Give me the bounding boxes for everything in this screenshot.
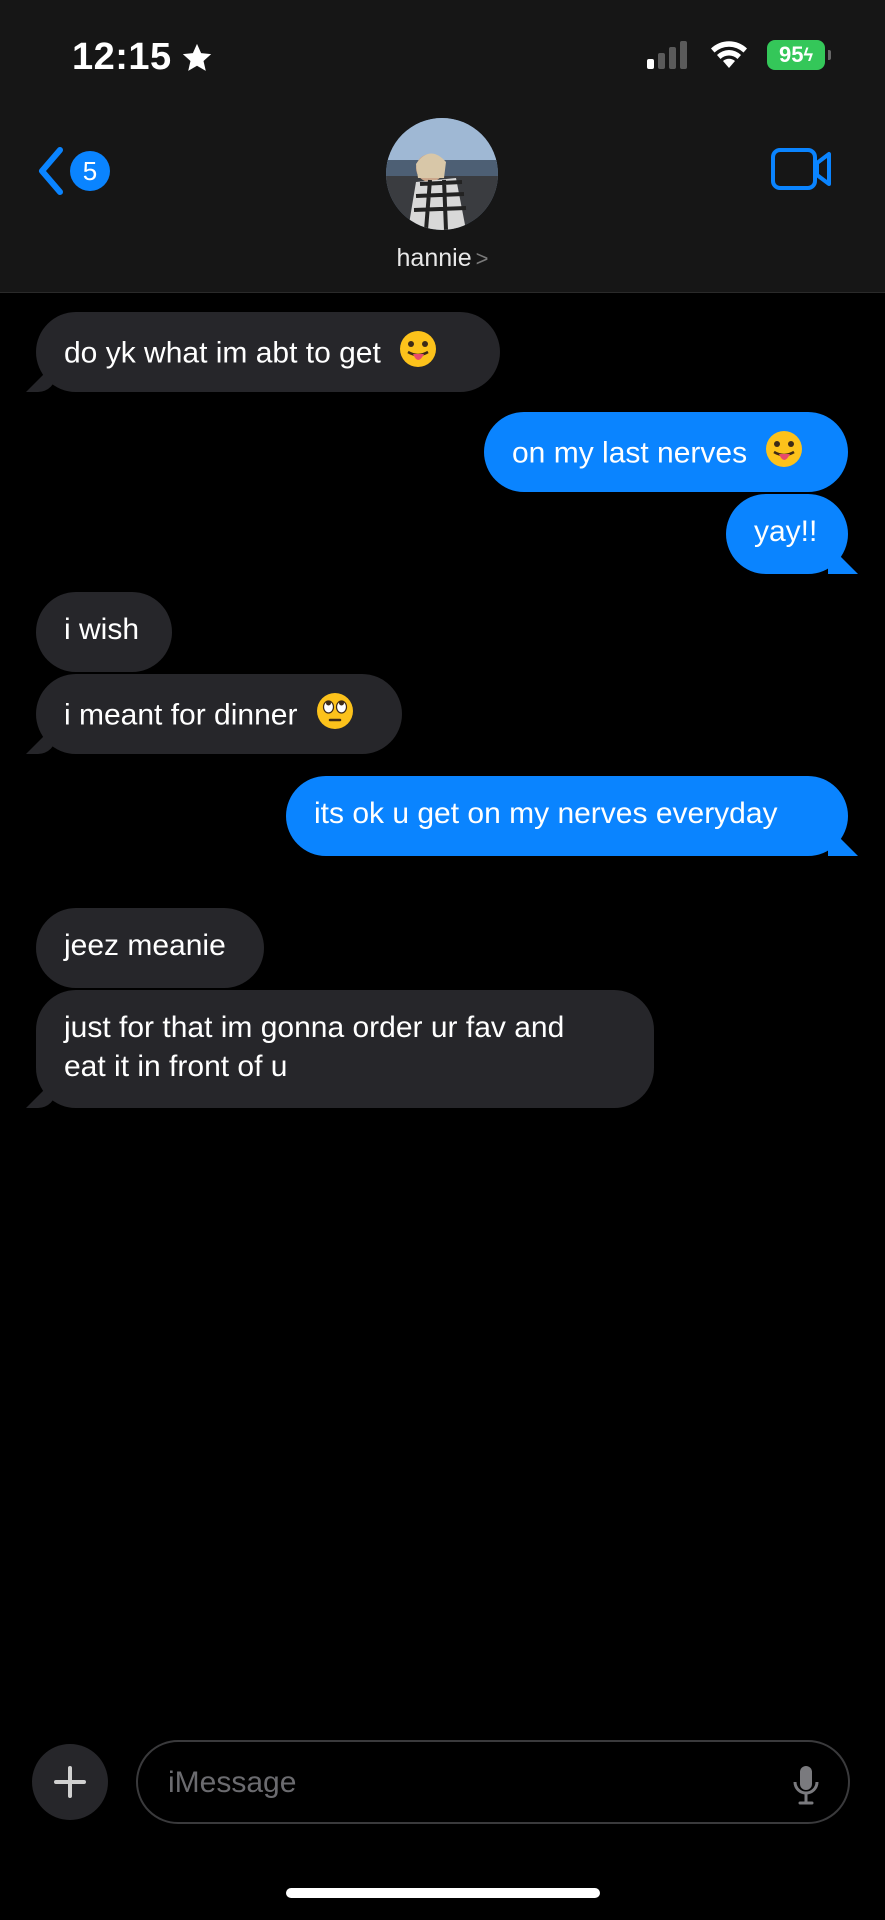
apps-plus-button[interactable] <box>32 1744 108 1820</box>
message-bubble-incoming[interactable]: i wish <box>36 592 172 672</box>
message-input-container <box>136 1740 850 1824</box>
time-label: 12:15 <box>72 36 172 78</box>
battery-icon: 95 ϟ <box>767 40 831 70</box>
video-camera-icon <box>771 148 831 190</box>
message-bubble-incoming[interactable]: do yk what im abt to get <box>36 312 500 392</box>
message-text: on my last nerves <box>512 436 748 470</box>
eye-roll-emoji-icon <box>316 692 354 741</box>
avatar-photo <box>386 118 498 230</box>
unread-badge: 5 <box>70 151 110 191</box>
tongue-emoji-icon <box>765 430 803 479</box>
message-input[interactable] <box>166 1742 770 1824</box>
contact-name: hannie <box>396 244 472 272</box>
tongue-emoji-icon <box>399 330 437 379</box>
signal-icon <box>647 41 687 69</box>
wifi-icon <box>711 41 747 68</box>
contact-avatar[interactable] <box>386 118 498 230</box>
message-bubble-incoming[interactable]: just for that im gonna order ur fav and … <box>36 990 654 1108</box>
back-chevron-icon <box>39 147 63 195</box>
message-bubble-incoming[interactable]: i meant for dinner <box>36 674 402 754</box>
charging-bolt-icon: ϟ <box>803 44 813 65</box>
chevron-right-icon: > <box>475 246 489 271</box>
message-bubble-outgoing[interactable]: yay!! <box>726 494 848 574</box>
message-text: jeez meanie <box>64 929 226 962</box>
message-text: do yk what im abt to get <box>64 336 381 370</box>
conversation-header: 12:15 95 ϟ 5 hannie > <box>0 0 885 293</box>
message-bubble-outgoing[interactable]: on my last nerves <box>484 412 848 492</box>
contact-name-button[interactable]: hannie > <box>0 244 885 273</box>
status-bar-right: 95 ϟ <box>647 40 831 70</box>
message-bubble-outgoing[interactable]: its ok u get on my nerves everyday <box>286 776 848 856</box>
dictation-button[interactable] <box>792 1764 820 1811</box>
message-text: i meant for dinner <box>64 698 298 732</box>
back-button[interactable]: 5 <box>36 146 110 196</box>
message-text: its ok u get on my nerves everyday <box>314 797 778 830</box>
message-bubble-incoming[interactable]: jeez meanie <box>36 908 264 988</box>
message-text-line-2: eat it in front of u <box>64 1050 288 1083</box>
facetime-video-button[interactable] <box>771 148 833 195</box>
message-text: yay!! <box>754 515 818 548</box>
message-text: i wish <box>64 613 140 646</box>
battery-level: 95 <box>778 42 804 67</box>
status-bar-time: 12:15 <box>72 36 214 79</box>
plus-icon <box>54 1766 86 1798</box>
home-indicator[interactable] <box>286 1888 600 1898</box>
microphone-icon <box>793 1766 819 1805</box>
message-text-line-1: just for that im gonna order ur fav and <box>64 1011 565 1044</box>
star-icon <box>182 43 211 71</box>
